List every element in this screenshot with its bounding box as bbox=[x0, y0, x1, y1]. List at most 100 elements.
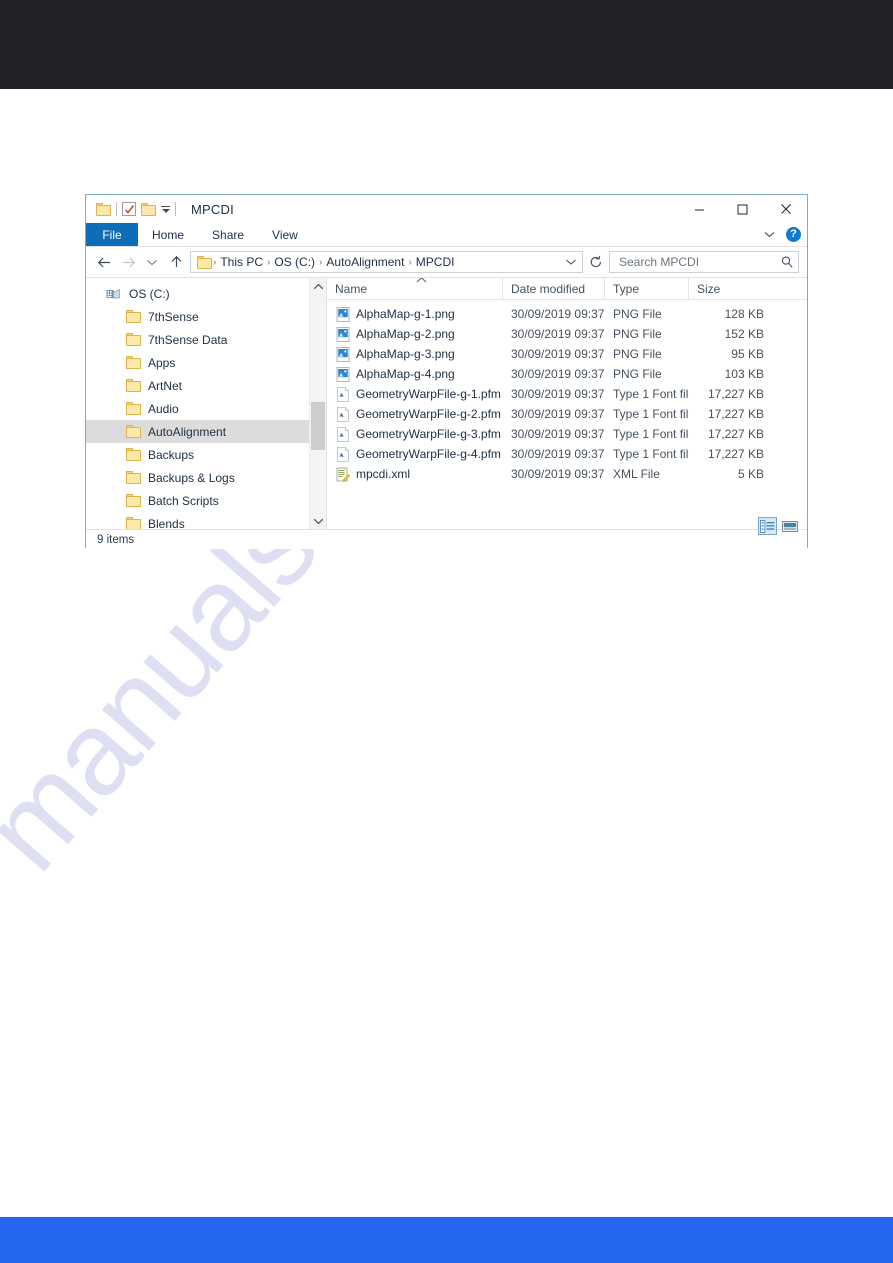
help-icon[interactable]: ? bbox=[786, 227, 801, 242]
image-file-icon bbox=[336, 366, 350, 382]
folder-icon bbox=[126, 333, 141, 346]
address-bar[interactable]: › This PC › OS (C:) › AutoAlignment › MP… bbox=[190, 251, 583, 273]
cell-type: PNG File bbox=[613, 327, 662, 341]
maximize-button[interactable] bbox=[721, 195, 764, 223]
address-dropdown-icon[interactable] bbox=[562, 252, 580, 272]
navigation-pane-scrollbar[interactable] bbox=[309, 278, 326, 529]
tree-item-backups-and-logs[interactable]: Backups & Logs bbox=[86, 466, 326, 489]
cell-date: 30/09/2019 09:37 bbox=[511, 427, 605, 441]
column-header-type[interactable]: Type bbox=[605, 278, 689, 300]
tab-file[interactable]: File bbox=[86, 223, 138, 246]
table-row[interactable]: GeometryWarpFile-g-3.pfm 30/09/2019 09:3… bbox=[327, 424, 807, 444]
cell-type: Type 1 Font file bbox=[613, 387, 689, 401]
folder-icon bbox=[126, 471, 141, 484]
cell-name: AlphaMap-g-3.png bbox=[327, 344, 503, 364]
scroll-down-button[interactable] bbox=[310, 512, 326, 529]
table-row[interactable]: AlphaMap-g-1.png 30/09/2019 09:37 PNG Fi… bbox=[327, 304, 807, 324]
tree-item-label: Batch Scripts bbox=[148, 493, 219, 508]
tree-item-label: 7thSense bbox=[148, 309, 199, 324]
folder-icon bbox=[126, 517, 141, 529]
scroll-up-button[interactable] bbox=[310, 278, 326, 295]
file-rows: AlphaMap-g-1.png 30/09/2019 09:37 PNG Fi… bbox=[327, 300, 807, 484]
close-button[interactable] bbox=[764, 195, 807, 223]
table-row[interactable]: AlphaMap-g-4.png 30/09/2019 09:37 PNG Fi… bbox=[327, 364, 807, 384]
table-row[interactable]: GeometryWarpFile-g-1.pfm 30/09/2019 09:3… bbox=[327, 384, 807, 404]
forward-button[interactable] bbox=[118, 251, 138, 273]
tab-view[interactable]: View bbox=[258, 223, 312, 246]
page-header-bar bbox=[0, 0, 893, 89]
folder-icon bbox=[126, 425, 141, 438]
address-bar-row: › This PC › OS (C:) › AutoAlignment › MP… bbox=[86, 247, 807, 277]
breadcrumb-autoalignment[interactable]: AutoAlignment bbox=[323, 255, 407, 269]
large-icons-view-icon bbox=[781, 520, 798, 532]
image-file-glyph bbox=[336, 366, 350, 382]
status-bar: 9 items bbox=[86, 517, 807, 549]
chevron-down-icon[interactable] bbox=[763, 228, 776, 242]
cell-type: Type 1 Font file bbox=[613, 447, 689, 461]
folder-icon bbox=[126, 356, 141, 369]
table-row[interactable]: GeometryWarpFile-g-4.pfm 30/09/2019 09:3… bbox=[327, 444, 807, 464]
tree-item-label: Blends bbox=[148, 516, 185, 530]
cell-date: 30/09/2019 09:37 bbox=[511, 307, 605, 321]
drive-icon bbox=[106, 287, 122, 301]
details-view-button[interactable] bbox=[758, 517, 777, 535]
chevron-down-icon bbox=[566, 259, 576, 265]
cell-date: 30/09/2019 09:37 bbox=[511, 367, 605, 381]
recent-locations-button[interactable] bbox=[142, 251, 162, 273]
cell-size: 17,227 KB bbox=[707, 427, 764, 441]
table-row[interactable]: AlphaMap-g-2.png 30/09/2019 09:37 PNG Fi… bbox=[327, 324, 807, 344]
cell-name: GeometryWarpFile-g-1.pfm bbox=[327, 384, 503, 404]
breadcrumb-this-pc[interactable]: This PC bbox=[217, 255, 266, 269]
up-button[interactable] bbox=[166, 251, 186, 273]
up-arrow-icon bbox=[171, 255, 181, 267]
font-file-icon bbox=[336, 386, 350, 402]
tree-item-autoalignment[interactable]: AutoAlignment bbox=[86, 420, 326, 443]
font-file-icon bbox=[336, 446, 350, 462]
breadcrumb-os-c[interactable]: OS (C:) bbox=[271, 255, 318, 269]
cell-date: 30/09/2019 09:37 bbox=[511, 407, 605, 421]
tree-item-artnet[interactable]: ArtNet bbox=[86, 374, 326, 397]
tree-item-os-c[interactable]: OS (C:) bbox=[86, 282, 326, 305]
table-row[interactable]: mpcdi.xml 30/09/2019 09:37 XML File 5 KB bbox=[327, 464, 807, 484]
cell-name: GeometryWarpFile-g-3.pfm bbox=[327, 424, 503, 444]
breadcrumb-mpcdi[interactable]: MPCDI bbox=[413, 255, 458, 269]
table-row[interactable]: AlphaMap-g-3.png 30/09/2019 09:37 PNG Fi… bbox=[327, 344, 807, 364]
cell-type: PNG File bbox=[613, 367, 662, 381]
folder-icon bbox=[126, 379, 141, 392]
back-arrow-icon bbox=[97, 257, 110, 267]
column-header-size[interactable]: Size bbox=[689, 278, 771, 300]
tree-item-audio[interactable]: Audio bbox=[86, 397, 326, 420]
table-row[interactable]: GeometryWarpFile-g-2.pfm 30/09/2019 09:3… bbox=[327, 404, 807, 424]
font-file-glyph bbox=[337, 426, 349, 442]
search-box[interactable] bbox=[609, 251, 799, 273]
address-folder-icon bbox=[197, 255, 212, 269]
tab-home[interactable]: Home bbox=[138, 223, 198, 246]
properties-icon[interactable] bbox=[122, 202, 136, 216]
cell-size: 95 KB bbox=[731, 347, 764, 361]
tree-item-blends[interactable]: Blends bbox=[86, 512, 326, 529]
scrollbar-thumb[interactable] bbox=[311, 402, 325, 450]
back-button[interactable] bbox=[94, 251, 114, 273]
tree-item-apps[interactable]: Apps bbox=[86, 351, 326, 374]
tree-item-7thsense[interactable]: 7thSense bbox=[86, 305, 326, 328]
tree-item-batch-scripts[interactable]: Batch Scripts bbox=[86, 489, 326, 512]
column-header-date-modified[interactable]: Date modified bbox=[503, 278, 605, 300]
new-folder-icon[interactable] bbox=[141, 202, 156, 216]
customize-caret-icon[interactable] bbox=[161, 205, 170, 213]
search-icon[interactable] bbox=[780, 255, 794, 269]
large-icons-view-button[interactable] bbox=[780, 517, 799, 535]
details-view-icon bbox=[760, 519, 775, 533]
tab-share[interactable]: Share bbox=[198, 223, 258, 246]
minimize-button[interactable] bbox=[678, 195, 721, 223]
qat-divider bbox=[116, 202, 117, 216]
tree-item-label: OS (C:) bbox=[129, 286, 170, 301]
checkmark-glyph bbox=[124, 205, 135, 214]
search-input[interactable] bbox=[617, 254, 780, 270]
tree-item-7thsense-data[interactable]: 7thSense Data bbox=[86, 328, 326, 351]
cell-size: 17,227 KB bbox=[707, 407, 764, 421]
sort-caret-glyph bbox=[416, 278, 427, 283]
file-name: GeometryWarpFile-g-3.pfm bbox=[356, 427, 501, 441]
folder-icon[interactable] bbox=[96, 202, 111, 216]
refresh-button[interactable] bbox=[587, 252, 605, 272]
tree-item-backups[interactable]: Backups bbox=[86, 443, 326, 466]
